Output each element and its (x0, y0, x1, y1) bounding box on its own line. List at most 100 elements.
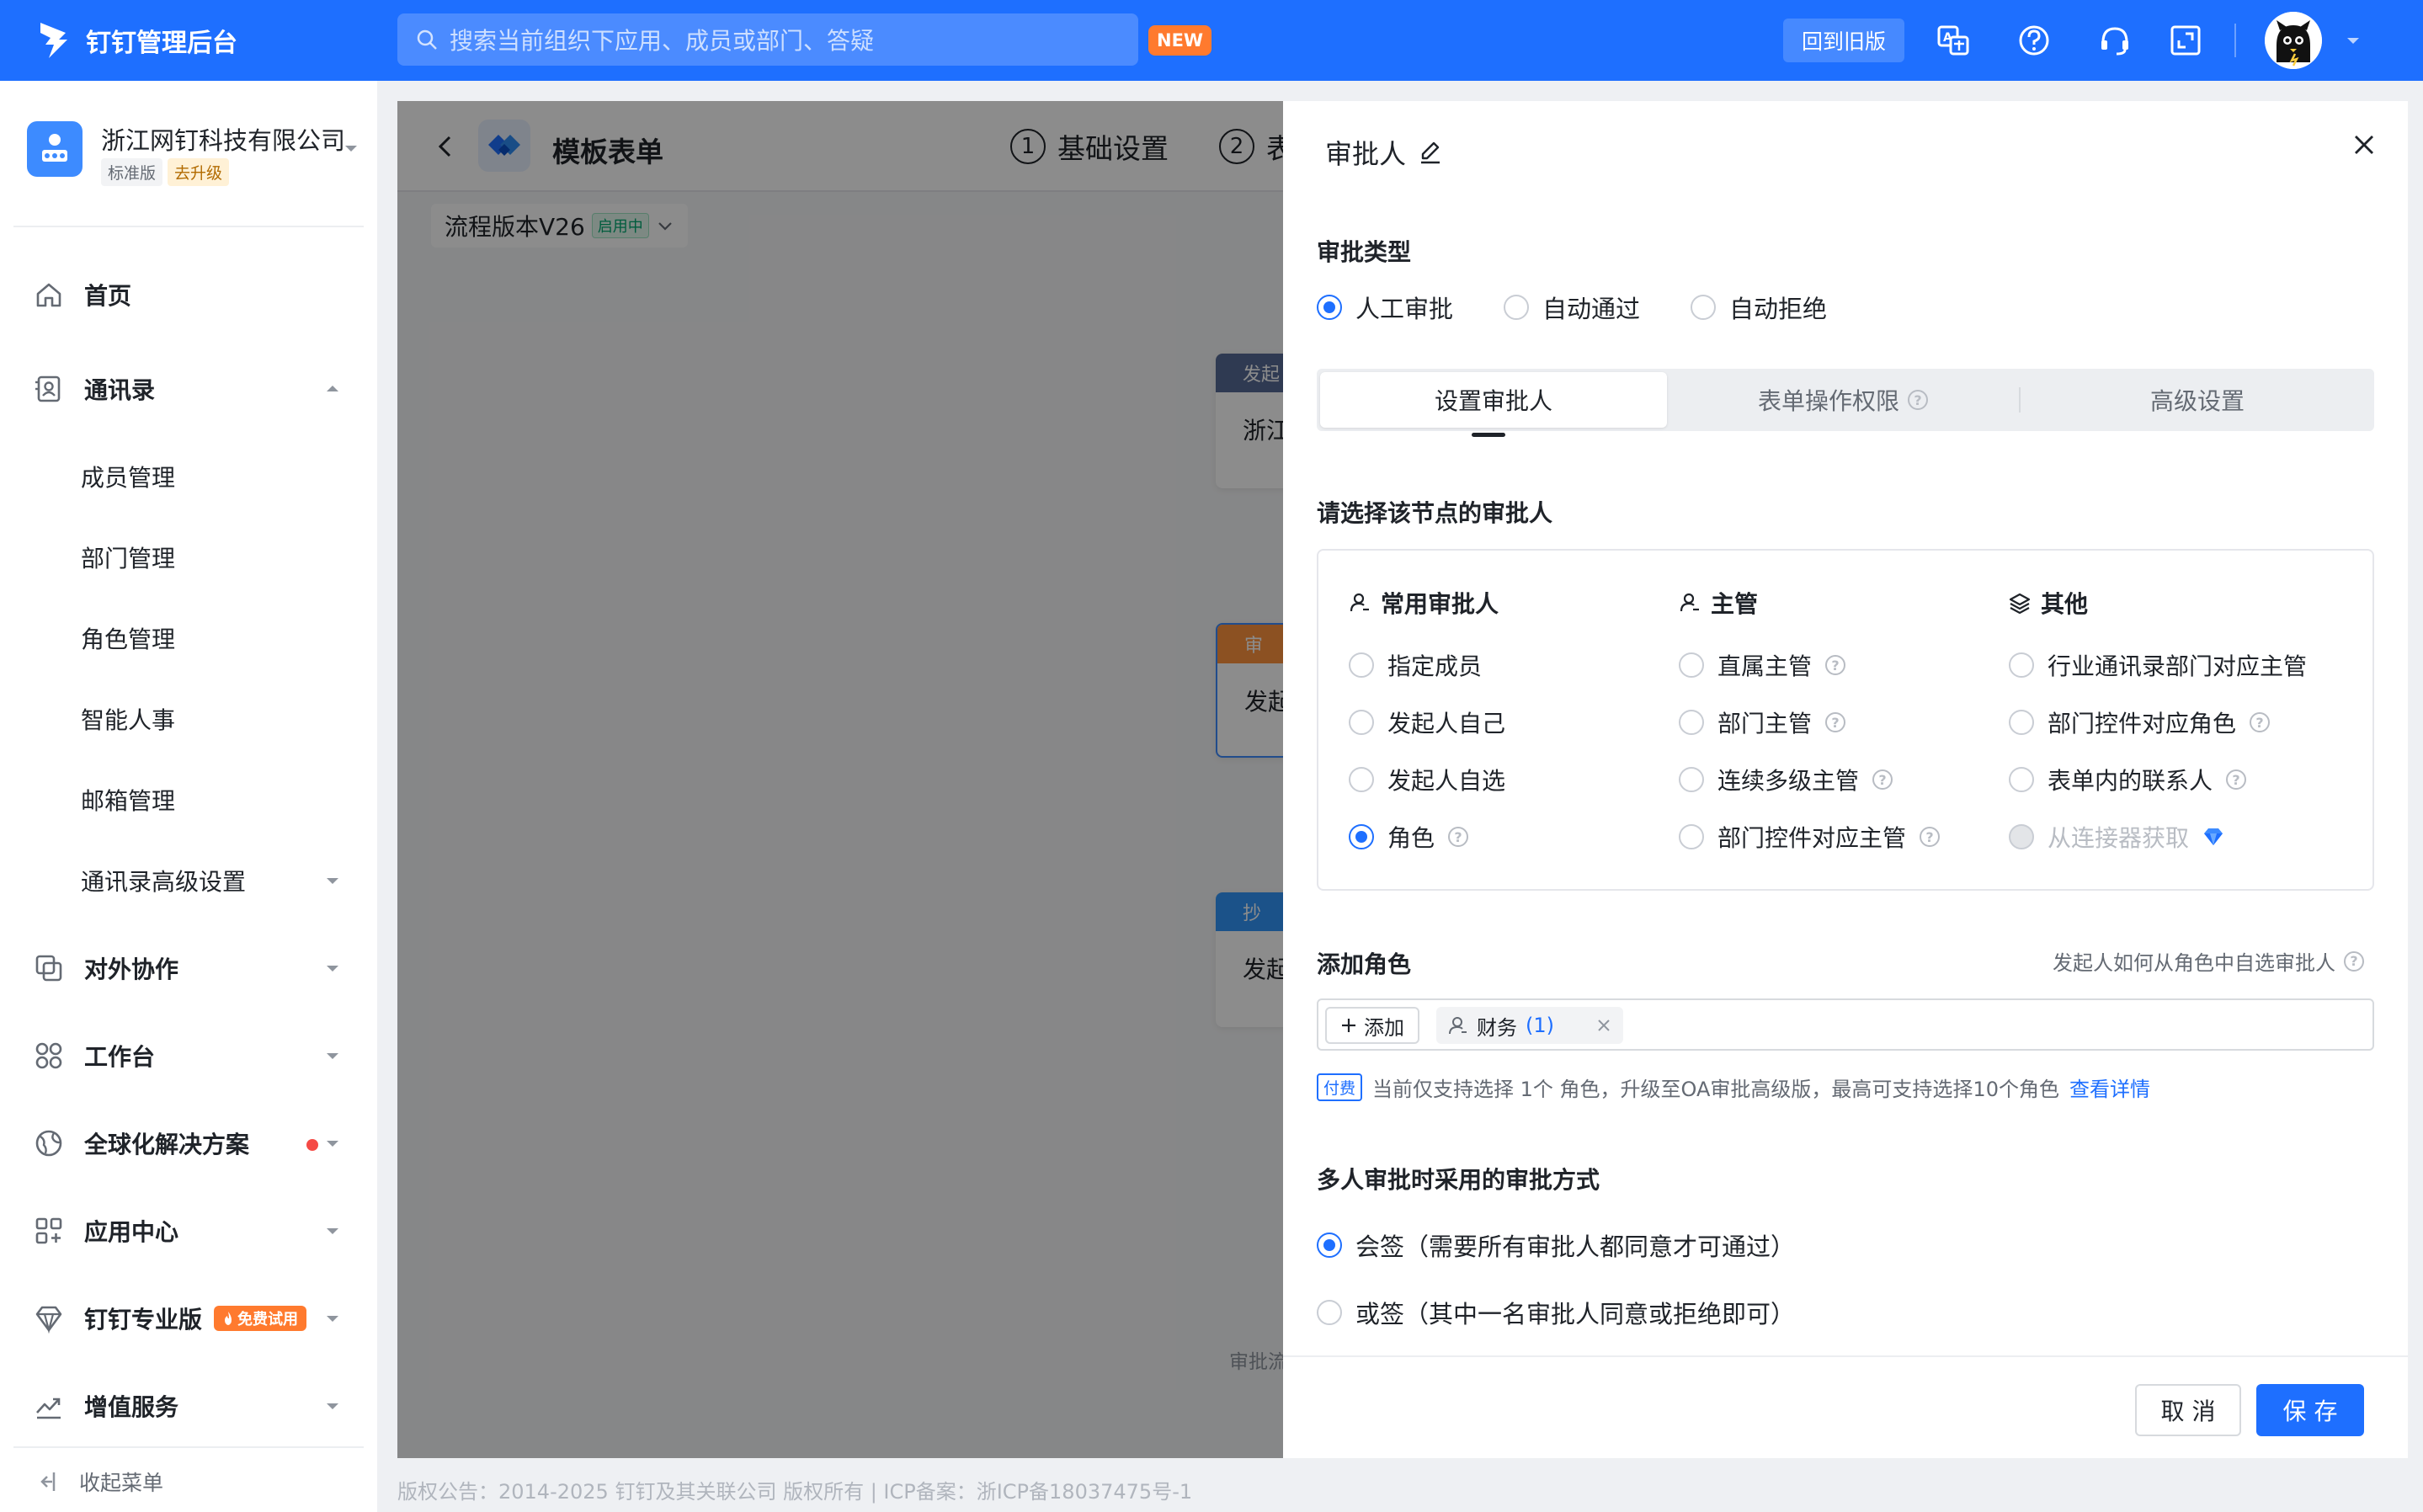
tab-label: 高级设置 (2149, 387, 2245, 415)
radio-unchecked[interactable] (2009, 710, 2034, 735)
option-department-supervisor[interactable]: 部门主管 ? (1679, 705, 1846, 739)
sidebar-item-home[interactable]: 首页 (0, 269, 377, 320)
old-version-button[interactable]: 回到旧版 (1783, 19, 1904, 62)
radio-checked[interactable] (1317, 295, 1342, 320)
close-icon[interactable] (1596, 1018, 1611, 1033)
active-tab-indicator (1472, 433, 1505, 437)
plus-icon (1340, 1017, 1357, 1034)
sidebar-item-value-added[interactable]: 增值服务 (0, 1381, 377, 1431)
add-role-button[interactable]: 添加 (1325, 1007, 1419, 1044)
option-countersign[interactable]: 会签（需要所有审批人都同意才可通过） (1317, 1227, 1795, 1263)
help-icon[interactable]: ? (2226, 769, 2247, 790)
radio-label: 会签（需要所有审批人都同意才可通过） (1355, 1232, 1796, 1261)
radio-unchecked[interactable] (1317, 1300, 1342, 1325)
diamond-icon (2202, 827, 2224, 847)
radio-unchecked[interactable] (1349, 652, 1374, 678)
help-icon[interactable]: ? (1908, 390, 1928, 410)
option-dept-control-role[interactable]: 部门控件对应角色 ? (2009, 705, 2271, 739)
chevron-down-icon (323, 1135, 342, 1152)
approval-type-auto-pass[interactable]: 自动通过 (1504, 290, 1640, 325)
collapse-menu-button[interactable]: 收起菜单 (34, 1467, 163, 1497)
view-details-link[interactable]: 查看详情 (2069, 1073, 2150, 1102)
option-form-contact[interactable]: 表单内的联系人 ? (2009, 763, 2247, 796)
radio-unchecked[interactable] (2009, 767, 2034, 792)
role-tag[interactable]: 财务 (1) (1436, 1007, 1623, 1044)
fullscreen-icon[interactable] (2167, 22, 2204, 59)
edit-icon[interactable] (1418, 140, 1443, 165)
option-role[interactable]: 角色 ? (1349, 820, 1469, 854)
option-label: 直属主管 (1717, 652, 1813, 680)
radio-unchecked[interactable] (1679, 824, 1704, 849)
option-initiator-self[interactable]: 发起人自己 (1349, 705, 1505, 739)
sidebar-item-collaboration[interactable]: 对外协作 (0, 943, 377, 993)
modal-mask[interactable] (397, 101, 1283, 1458)
sidebar-subitem-mailbox[interactable]: 邮箱管理 (0, 775, 377, 825)
sidebar-subitem-members[interactable]: 成员管理 (0, 451, 377, 502)
sidebar-item-app-center[interactable]: 应用中心 (0, 1206, 377, 1256)
customer-service-icon[interactable] (2096, 22, 2133, 59)
choose-approver-label: 请选择该节点的审批人 (1317, 499, 1553, 527)
sidebar-item-pro[interactable]: 钉钉专业版 免费试用 (0, 1293, 377, 1344)
radio-unchecked[interactable] (1679, 767, 1704, 792)
option-specified-member[interactable]: 指定成员 (1349, 648, 1482, 682)
search-placeholder[interactable]: 搜索当前组织下应用、成员或部门、答疑 (450, 23, 874, 56)
topbar-divider (2234, 24, 2236, 57)
approval-type-manual[interactable]: 人工审批 (1317, 290, 1453, 325)
radio-unchecked[interactable] (1349, 767, 1374, 792)
radio-checked[interactable] (1317, 1232, 1342, 1258)
help-icon[interactable] (2016, 22, 2053, 59)
upgrade-link[interactable]: 去升级 (168, 158, 230, 186)
help-icon[interactable]: ? (1448, 827, 1469, 847)
role-choose-help-link[interactable]: 发起人如何从角色中自选审批人 ? (2053, 946, 2364, 976)
sidebar-subitem-label: 角色管理 (81, 626, 176, 653)
translate-icon[interactable]: A (1935, 22, 1972, 59)
sidebar-subitem-contacts-advanced[interactable]: 通讯录高级设置 (0, 855, 377, 906)
save-button[interactable]: 保 存 (2256, 1384, 2364, 1436)
radio-unchecked[interactable] (1349, 710, 1374, 735)
radio-unchecked[interactable] (1679, 652, 1704, 678)
sidebar-subitem-roles[interactable]: 角色管理 (0, 613, 377, 663)
role-count: (1) (1526, 1014, 1554, 1037)
radio-unchecked[interactable] (1679, 710, 1704, 735)
radio-checked[interactable] (1349, 824, 1374, 849)
option-multi-level-supervisor[interactable]: 连续多级主管 ? (1679, 763, 1893, 796)
option-direct-supervisor[interactable]: 直属主管 ? (1679, 648, 1846, 682)
radio-unchecked[interactable] (2009, 652, 2034, 678)
help-icon[interactable]: ? (1920, 827, 1941, 847)
close-icon[interactable] (2351, 131, 2378, 158)
role-selector[interactable]: 添加 财务 (1) (1317, 998, 2374, 1051)
help-icon[interactable]: ? (1872, 769, 1893, 790)
help-icon[interactable]: ? (2250, 712, 2271, 732)
chevron-down-icon[interactable] (2344, 32, 2362, 49)
sidebar-item-workbench[interactable]: 工作台 (0, 1030, 377, 1081)
option-dept-control-supervisor[interactable]: 部门控件对应主管 ? (1679, 820, 1941, 854)
avatar[interactable] (2265, 12, 2322, 69)
help-icon[interactable]: ? (1825, 712, 1846, 732)
sidebar-item-globalization[interactable]: 全球化解决方案 (0, 1118, 377, 1169)
option-or-sign[interactable]: 或签（其中一名审批人同意或拒绝即可） (1317, 1295, 1795, 1330)
sidebar-subitem-departments[interactable]: 部门管理 (0, 532, 377, 583)
approval-type-auto-reject[interactable]: 自动拒绝 (1691, 290, 1827, 325)
chevron-down-icon (323, 1047, 342, 1064)
tab-advanced-settings[interactable]: 高级设置 (2024, 372, 2371, 428)
global-search[interactable]: 搜索当前组织下应用、成员或部门、答疑 (397, 13, 1138, 66)
radio-unchecked[interactable] (1691, 295, 1717, 320)
option-initiator-choose[interactable]: 发起人自选 (1349, 763, 1505, 796)
chevron-down-icon[interactable] (342, 140, 360, 157)
help-icon[interactable]: ? (1825, 655, 1846, 675)
org-switcher[interactable]: 浙江网钉科技有限公司 标准版 去升级 (27, 121, 364, 205)
cancel-button[interactable]: 取 消 (2135, 1384, 2241, 1436)
option-industry-dept-supervisor[interactable]: 行业通讯录部门对应主管 (2009, 648, 2307, 682)
radio-unchecked[interactable] (1504, 295, 1530, 320)
tab-set-approver[interactable]: 设置审批人 (1320, 372, 1667, 428)
sidebar-subitem-smart-hr[interactable]: 智能人事 (0, 694, 377, 744)
user-icon (1679, 592, 1701, 614)
plan-badge: 标准版 (101, 158, 163, 186)
role-name: 财务 (1477, 1015, 1517, 1040)
option-label: 从连接器获取 (2048, 824, 2190, 852)
sidebar-subitem-label: 通讯录高级设置 (81, 868, 247, 896)
option-from-connector: 从连接器获取 (2009, 820, 2224, 854)
app-logo[interactable]: 钉钉管理后台 (37, 19, 237, 62)
sidebar-item-contacts[interactable]: 通讯录 (0, 364, 377, 414)
tab-form-permissions[interactable]: 表单操作权限 ? (1670, 372, 2016, 428)
